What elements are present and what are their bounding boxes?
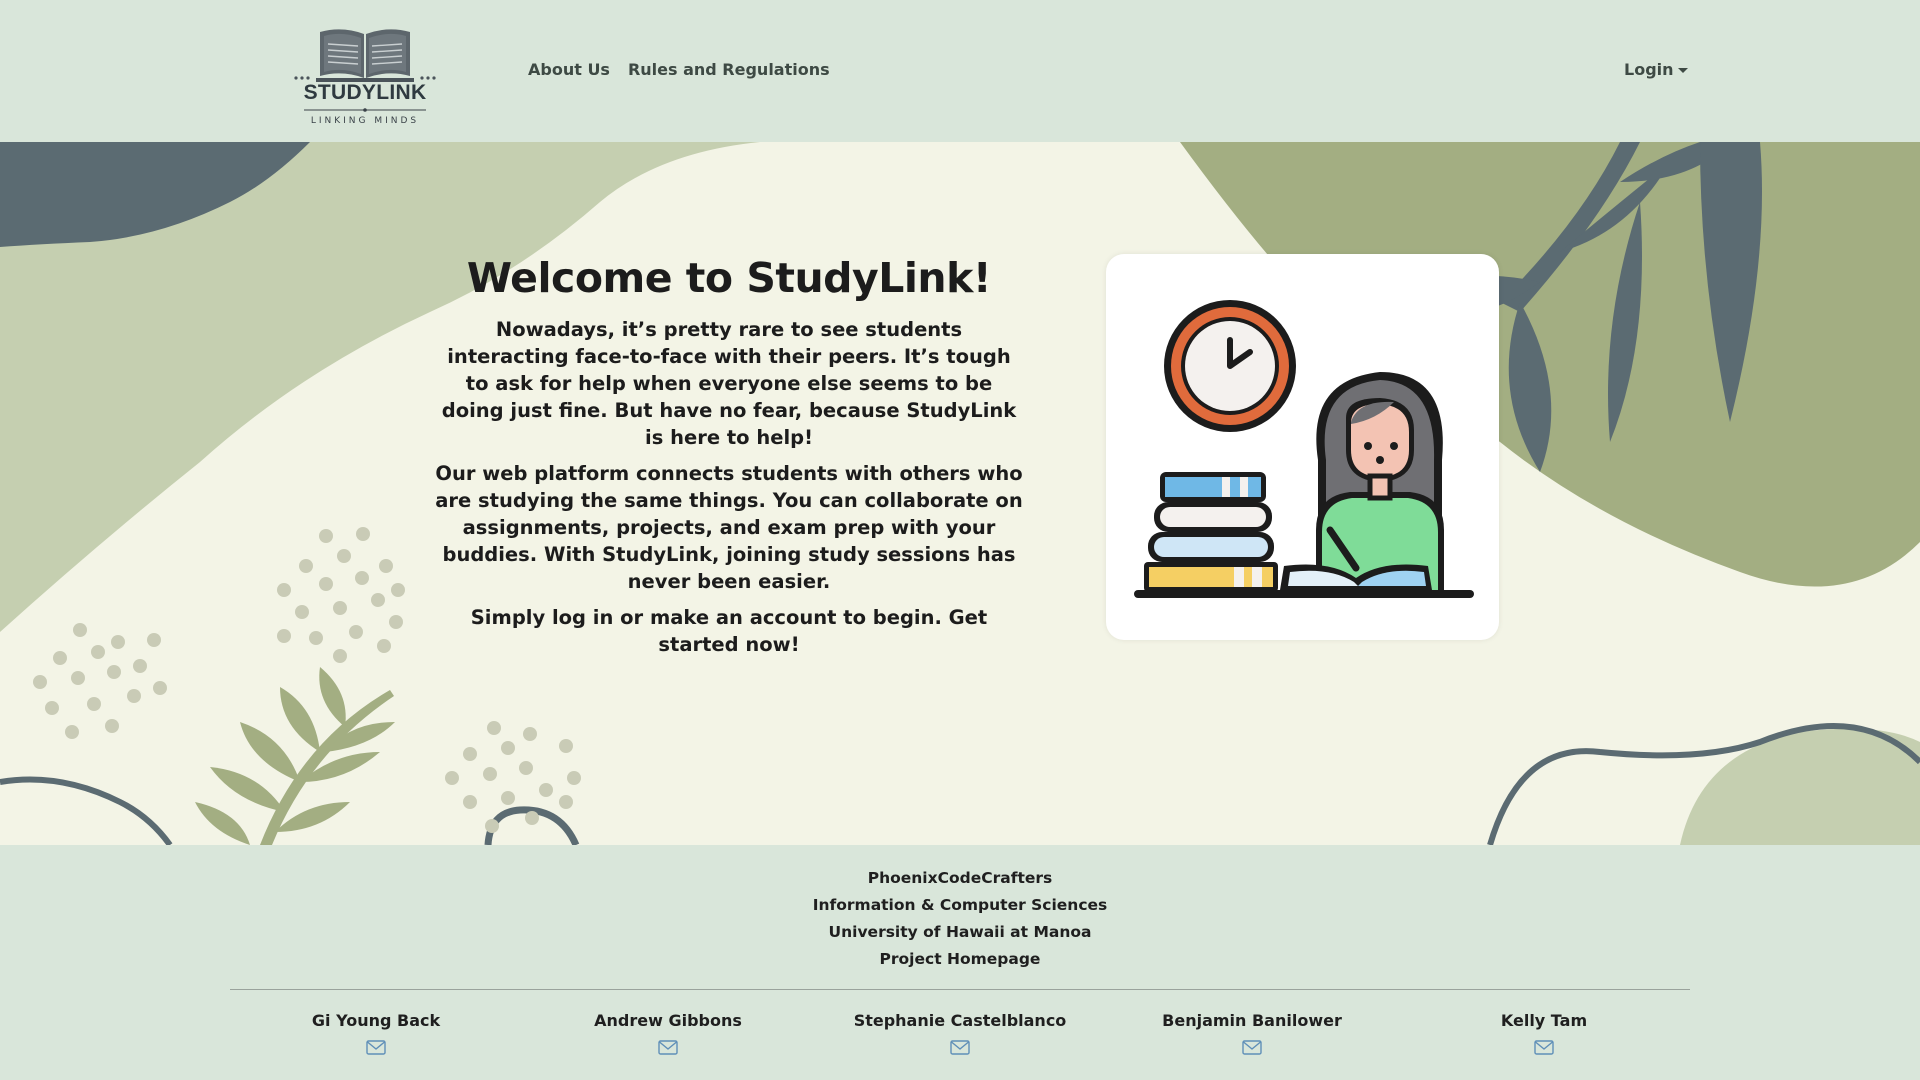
navbar: STUDYLINK LINKING MINDS About Us Rules a… (0, 0, 1920, 142)
hero-paragraph-platform: Our web platform connects students with … (435, 462, 1023, 593)
team-member: Stephanie Castelblanco (814, 1011, 1106, 1059)
caret-down-icon (1677, 67, 1688, 73)
hero-text: Welcome to StudyLink! Nowadays, it’s pre… (434, 254, 1024, 667)
mail-icon[interactable] (950, 1040, 970, 1055)
student-studying-illustration (1134, 300, 1474, 598)
nav-link-about-us[interactable]: About Us (528, 60, 610, 79)
footer-info: PhoenixCodeCrafters Information & Comput… (0, 865, 1920, 973)
footer-divider (230, 989, 1690, 990)
team-member: Kelly Tam (1398, 1011, 1690, 1059)
login-label: Login (1624, 60, 1674, 79)
member-name: Kelly Tam (1500, 1011, 1588, 1030)
project-homepage-link[interactable]: Project Homepage (0, 946, 1920, 973)
mail-icon[interactable] (658, 1040, 678, 1055)
nav-link-rules-and-regulations[interactable]: Rules and Regulations (628, 60, 830, 79)
hero-paragraph-intro: Nowadays, it’s pretty rare to see studen… (441, 318, 1017, 449)
logo-title: STUDYLINK (303, 81, 427, 104)
hero-paragraph-cta: Simply log in or make an account to begi… (470, 606, 988, 656)
mail-icon[interactable] (1534, 1040, 1554, 1055)
team-member: Andrew Gibbons (522, 1011, 814, 1059)
login-dropdown[interactable]: Login (1624, 60, 1688, 79)
footer-department: Information & Computer Sciences (812, 896, 1108, 914)
open-book-icon (294, 29, 436, 112)
footer-university: University of Hawaii at Manoa (828, 923, 1092, 941)
mail-icon[interactable] (366, 1040, 386, 1055)
team-list: Gi Young Back Andrew Gibbons Stephanie C… (230, 1011, 1690, 1059)
logo-subtitle: LINKING MINDS (310, 116, 420, 126)
footer: PhoenixCodeCrafters Information & Comput… (0, 845, 1920, 1080)
team-member: Gi Young Back (230, 1011, 522, 1059)
member-name: Benjamin Banilower (1162, 1011, 1342, 1030)
hero-title: Welcome to StudyLink! (466, 254, 992, 302)
studylink-logo[interactable]: STUDYLINK LINKING MINDS (290, 24, 440, 130)
team-member: Benjamin Banilower (1106, 1011, 1398, 1059)
hero-section: Welcome to StudyLink! Nowadays, it’s pre… (0, 142, 1920, 845)
member-name: Gi Young Back (311, 1011, 441, 1030)
footer-org: PhoenixCodeCrafters (867, 869, 1053, 887)
mail-icon[interactable] (1242, 1040, 1262, 1055)
member-name: Andrew Gibbons (594, 1011, 742, 1030)
nav-links: About Us Rules and Regulations (528, 60, 830, 79)
illustration-card (1106, 254, 1499, 640)
member-name: Stephanie Castelblanco (853, 1011, 1067, 1030)
